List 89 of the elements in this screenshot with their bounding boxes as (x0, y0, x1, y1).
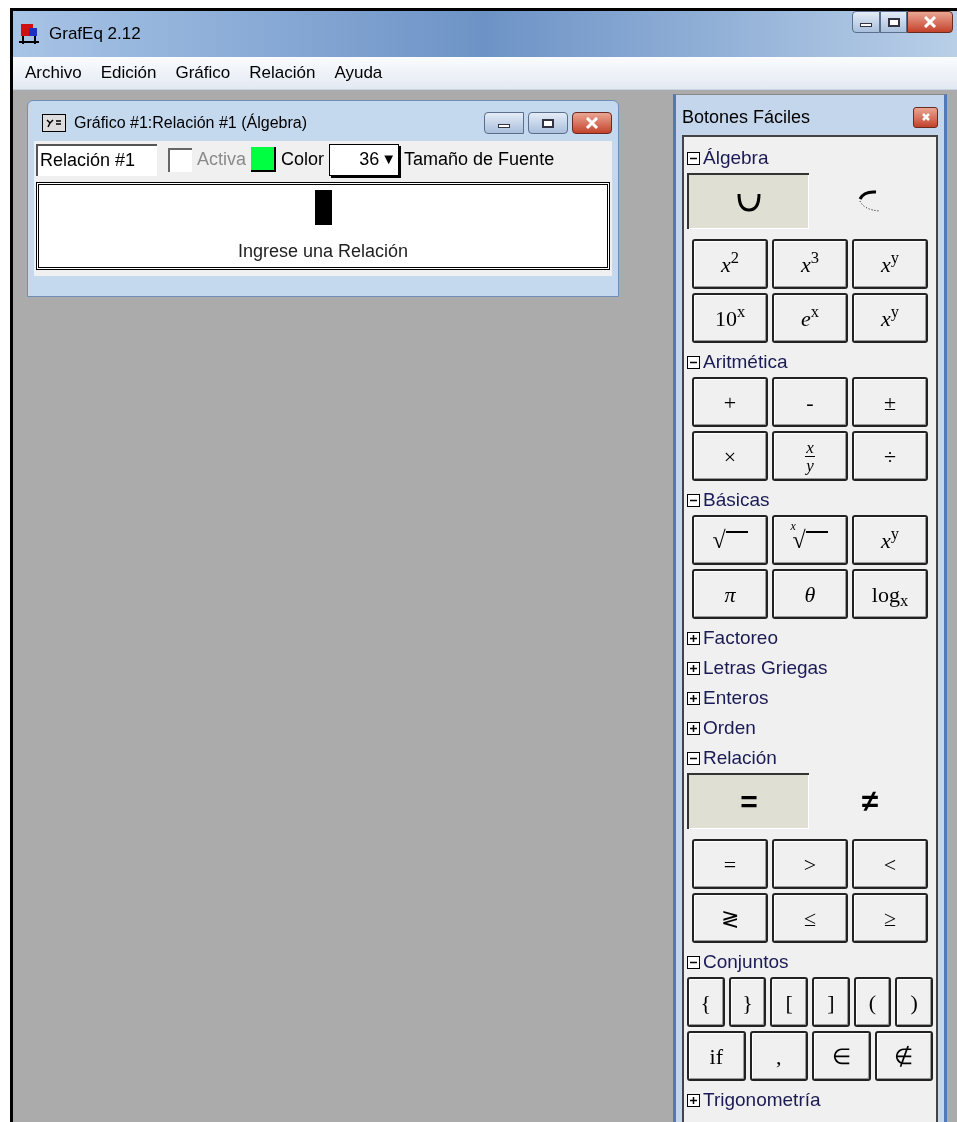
minimize-icon (860, 23, 872, 27)
section-header[interactable]: Relación (703, 743, 777, 773)
root-button[interactable]: √ (692, 515, 768, 565)
maximize-icon (887, 17, 900, 27)
math-button[interactable]: } (728, 977, 767, 1027)
close-button[interactable] (913, 106, 938, 128)
active-label: Activa (197, 148, 247, 171)
relation-editor[interactable]: Ingrese una Relación (36, 182, 610, 270)
math-button[interactable]: x$^{2}$ (692, 239, 768, 289)
window-title: Gráfico #1:Relación #1 (Álgebra) (74, 112, 307, 133)
math-button[interactable]: x$^{y}$ (852, 515, 928, 565)
math-button[interactable]: ( (853, 977, 892, 1027)
collapse-icon[interactable] (687, 955, 700, 969)
math-button[interactable]: ≷ (692, 893, 768, 943)
menu-item[interactable]: Ayuda (334, 60, 383, 86)
math-button[interactable]: , (749, 1031, 808, 1081)
menu-item[interactable]: Archivo (25, 60, 82, 86)
close-button[interactable] (572, 112, 612, 134)
section-header[interactable]: Básicas (703, 485, 770, 515)
close-icon (585, 117, 599, 129)
math-button[interactable]: > (772, 839, 848, 889)
math-button[interactable]: 10$^{x}$ (692, 293, 768, 343)
section-header[interactable]: Letras Griegas (703, 653, 828, 683)
parabola-icon (736, 192, 762, 212)
expand-icon[interactable] (687, 721, 700, 735)
minimize-button[interactable] (484, 112, 524, 134)
editor-placeholder: Ingrese una Relación (237, 240, 409, 263)
window-title: GrafEq 2.12 (49, 23, 141, 45)
close-icon (923, 16, 937, 28)
fraction-button[interactable]: x y (772, 431, 848, 481)
math-button[interactable]: + (692, 377, 768, 427)
menu-item[interactable]: Edición (100, 60, 157, 86)
relation-icon (42, 114, 66, 132)
mode-toggle[interactable]: = (687, 773, 809, 829)
expand-icon[interactable] (687, 631, 700, 645)
math-button[interactable]: ] (812, 977, 850, 1027)
collapse-icon[interactable] (687, 355, 700, 369)
font-size-label: Tamaño de Fuente (404, 148, 555, 171)
math-button[interactable]: ≥ (852, 893, 928, 943)
collapse-icon[interactable] (687, 751, 700, 765)
maximize-button[interactable] (880, 11, 907, 33)
section-header[interactable]: Orden (703, 713, 756, 743)
menu-item[interactable]: Gráfico (175, 60, 231, 86)
section-header[interactable]: Factoreo (703, 623, 778, 653)
math-button[interactable]: log$_{x}$ (852, 569, 928, 619)
expand-icon[interactable] (687, 691, 700, 705)
math-button[interactable]: × (692, 431, 768, 481)
section-header[interactable]: Álgebra (703, 143, 769, 173)
menu-item[interactable]: Relación (249, 60, 316, 86)
math-button[interactable]: ≤ (772, 893, 848, 943)
math-button[interactable]: { (687, 977, 725, 1027)
color-label: Color (281, 148, 325, 171)
math-button[interactable]: x$^{y}$ (852, 239, 928, 289)
math-button[interactable]: x$^{3}$ (772, 239, 848, 289)
section-header[interactable]: Aritmética (703, 347, 788, 377)
math-button[interactable]: < (852, 839, 928, 889)
text-cursor (314, 190, 332, 225)
section-header[interactable]: Trigonometría (703, 1085, 821, 1115)
mode-toggle[interactable] (687, 173, 809, 229)
math-button[interactable]: π (692, 569, 768, 619)
math-button[interactable]: if (687, 1031, 746, 1081)
maximize-icon (542, 118, 554, 128)
maximize-button[interactable] (528, 112, 568, 134)
collapse-icon[interactable] (687, 493, 700, 507)
relation-name-field[interactable]: Relación #1 (36, 143, 157, 176)
math-button[interactable]: ∈ (812, 1031, 871, 1081)
math-button[interactable]: ) (895, 977, 934, 1027)
math-button[interactable]: [ (770, 977, 808, 1027)
minimize-button[interactable] (852, 11, 880, 33)
math-button[interactable]: - (772, 377, 848, 427)
collapse-icon[interactable] (687, 151, 700, 165)
close-button[interactable] (907, 11, 953, 33)
math-button[interactable]: = (692, 839, 768, 889)
math-button[interactable]: θ (772, 569, 848, 619)
math-button[interactable]: ÷ (852, 431, 928, 481)
panel-title: Botones Fáciles (682, 105, 811, 129)
expand-icon[interactable] (687, 1093, 700, 1107)
color-swatch[interactable] (251, 147, 277, 172)
close-icon (920, 112, 931, 122)
font-size-dropdown[interactable]: 36▼ (329, 143, 400, 176)
math-button[interactable]: x$^{y}$ (852, 293, 928, 343)
expand-icon[interactable] (687, 661, 700, 675)
math-button[interactable]: ± (852, 377, 928, 427)
math-button[interactable]: e$^{x}$ (772, 293, 848, 343)
math-button[interactable]: ∉ (874, 1031, 933, 1081)
minimize-icon (498, 124, 510, 128)
mode-toggle[interactable]: ≠ (809, 773, 931, 829)
section-header[interactable]: Conjuntos (703, 947, 789, 977)
section-header[interactable]: Enteros (703, 683, 769, 713)
